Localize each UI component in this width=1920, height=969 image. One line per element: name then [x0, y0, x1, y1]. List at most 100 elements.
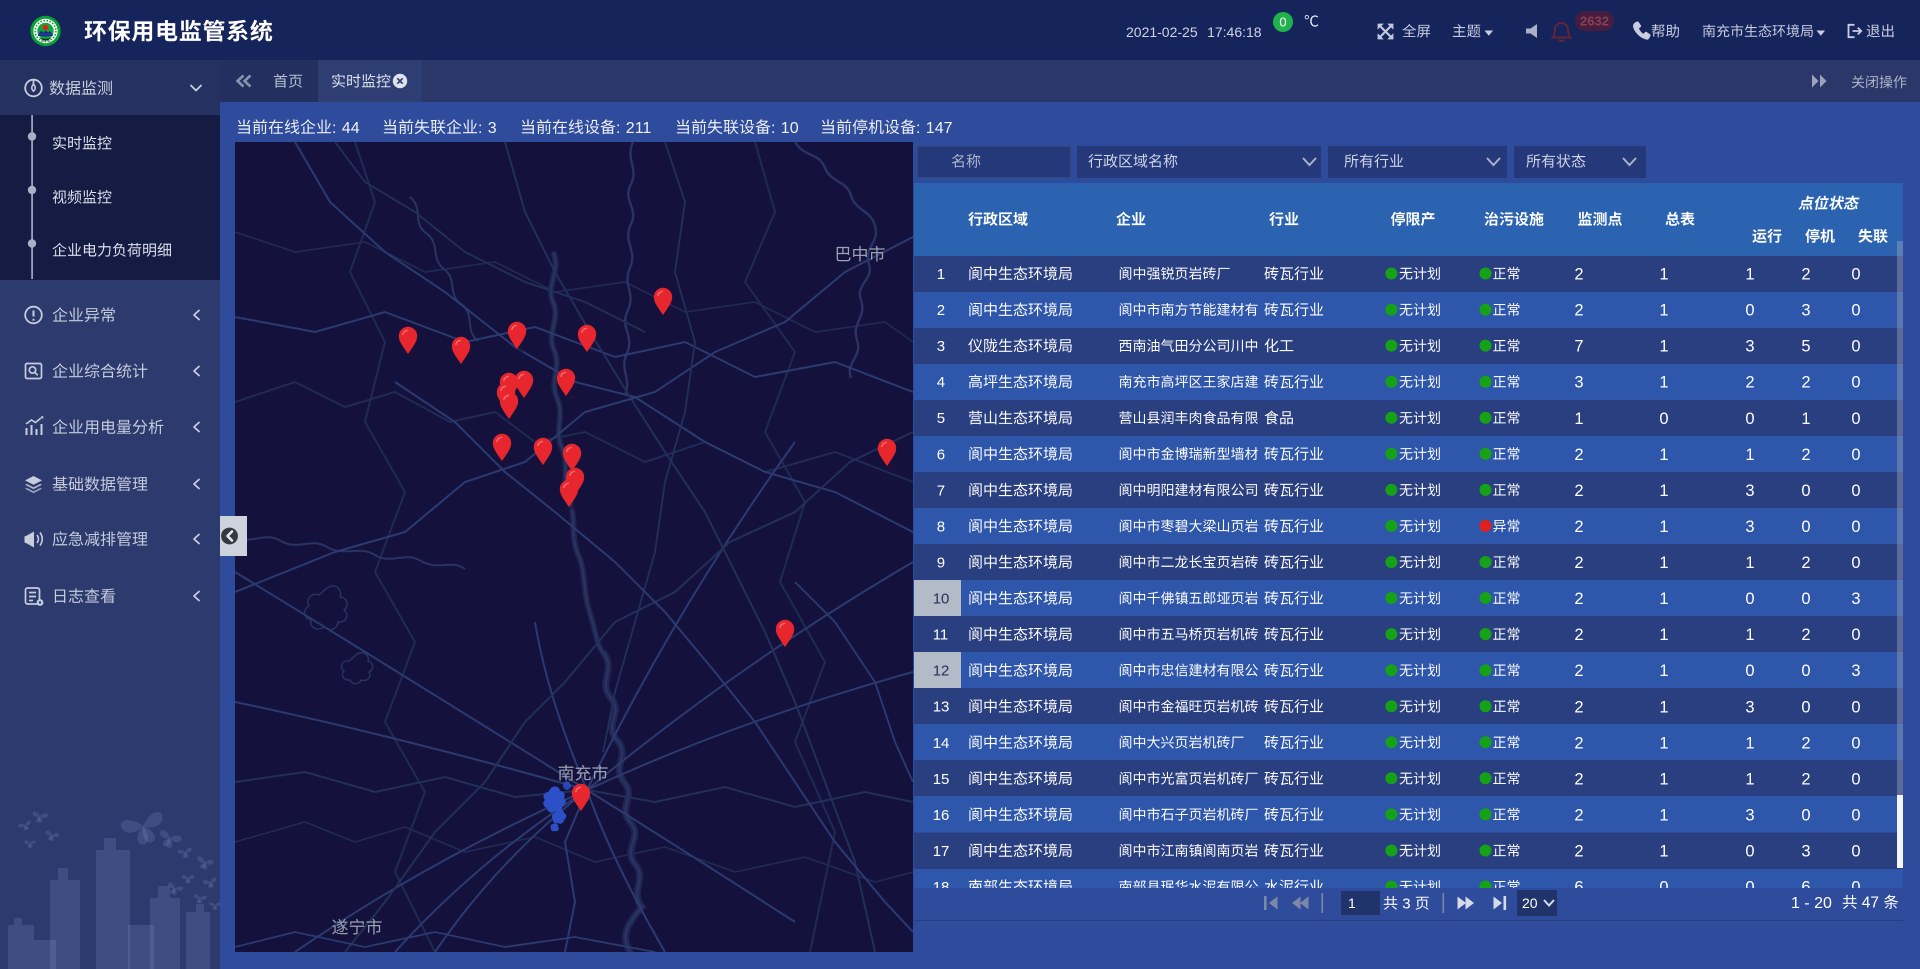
- svg-text:2: 2: [1801, 266, 1810, 284]
- svg-text:4: 4: [937, 374, 945, 391]
- svg-text:3: 3: [937, 338, 945, 355]
- svg-text:1: 1: [1659, 554, 1668, 572]
- svg-text:0: 0: [1851, 843, 1860, 861]
- svg-text:1: 1: [1745, 770, 1754, 788]
- svg-text:2: 2: [1801, 734, 1810, 752]
- svg-text:3: 3: [1851, 662, 1860, 680]
- svg-text:0: 0: [1659, 410, 1668, 428]
- svg-text:7: 7: [937, 482, 945, 499]
- svg-text:3: 3: [1745, 338, 1754, 356]
- svg-text:1: 1: [1659, 770, 1668, 788]
- svg-text::: :: [771, 120, 775, 137]
- svg-text::: :: [478, 120, 482, 137]
- svg-text:1: 1: [1745, 626, 1754, 644]
- svg-text::: :: [616, 120, 620, 137]
- svg-text:20: 20: [1522, 895, 1538, 911]
- svg-text:0: 0: [1851, 770, 1860, 788]
- svg-text:3: 3: [1574, 374, 1583, 392]
- svg-text:0: 0: [1745, 410, 1754, 428]
- svg-text:1: 1: [1659, 843, 1668, 861]
- svg-text:0: 0: [1851, 518, 1860, 536]
- svg-text:-: -: [1804, 895, 1809, 912]
- svg-text:2: 2: [1745, 374, 1754, 392]
- svg-text:0: 0: [1801, 518, 1810, 536]
- svg-text:1: 1: [1659, 338, 1668, 356]
- svg-text:2: 2: [1801, 770, 1810, 788]
- svg-text:1: 1: [1659, 302, 1668, 320]
- svg-text:1: 1: [1659, 734, 1668, 752]
- svg-text:44: 44: [342, 120, 360, 137]
- svg-text:1: 1: [1801, 410, 1810, 428]
- svg-text:2: 2: [1574, 446, 1583, 464]
- svg-text:1: 1: [1745, 266, 1754, 284]
- svg-text:2: 2: [1574, 662, 1583, 680]
- svg-text:6: 6: [1574, 879, 1583, 897]
- svg-text:9: 9: [937, 555, 945, 572]
- svg-text:2: 2: [1574, 807, 1583, 825]
- svg-text:10: 10: [933, 591, 950, 608]
- svg-text:0: 0: [1851, 302, 1860, 320]
- svg-text:2: 2: [1574, 482, 1583, 500]
- svg-text:2: 2: [1574, 302, 1583, 320]
- svg-text:20: 20: [1814, 895, 1832, 912]
- svg-text:2: 2: [1574, 698, 1583, 716]
- svg-text:5: 5: [937, 410, 945, 427]
- svg-text:1: 1: [1659, 446, 1668, 464]
- svg-text:1: 1: [1659, 807, 1668, 825]
- svg-text:3: 3: [1402, 896, 1410, 913]
- svg-text:3: 3: [1801, 843, 1810, 861]
- svg-text:0: 0: [1279, 15, 1286, 30]
- svg-text:0: 0: [1851, 734, 1860, 752]
- svg-text:1: 1: [1659, 374, 1668, 392]
- svg-text:2: 2: [1801, 626, 1810, 644]
- svg-text:5: 5: [1801, 338, 1810, 356]
- svg-text:1: 1: [1659, 626, 1668, 644]
- svg-text:6: 6: [937, 446, 945, 463]
- svg-text:18: 18: [933, 879, 950, 896]
- svg-text:1: 1: [1574, 410, 1583, 428]
- svg-text:3: 3: [1801, 302, 1810, 320]
- svg-text:2: 2: [1574, 843, 1583, 861]
- svg-text:13: 13: [933, 699, 950, 716]
- svg-text:3: 3: [488, 120, 497, 137]
- svg-text:11: 11: [933, 627, 949, 644]
- svg-text:0: 0: [1851, 807, 1860, 825]
- svg-text:2: 2: [1801, 554, 1810, 572]
- svg-text:15: 15: [933, 771, 950, 788]
- svg-text:211: 211: [626, 120, 652, 137]
- svg-text:1: 1: [1659, 518, 1668, 536]
- svg-text:1: 1: [1659, 482, 1668, 500]
- svg-text:0: 0: [1851, 446, 1860, 464]
- svg-text:0: 0: [1801, 698, 1810, 716]
- svg-text:0: 0: [1851, 266, 1860, 284]
- svg-text:8: 8: [937, 518, 945, 535]
- svg-text:1: 1: [1659, 698, 1668, 716]
- svg-text::: :: [916, 120, 920, 137]
- svg-text:1: 1: [937, 266, 945, 283]
- svg-text:0: 0: [1851, 626, 1860, 644]
- svg-text:2: 2: [1574, 770, 1583, 788]
- svg-text:3: 3: [1745, 807, 1754, 825]
- svg-text:0: 0: [1851, 410, 1860, 428]
- svg-text:0: 0: [1801, 482, 1810, 500]
- svg-text:2: 2: [937, 302, 945, 319]
- svg-text:2: 2: [1801, 374, 1810, 392]
- svg-text:2632: 2632: [1580, 14, 1609, 29]
- svg-text:2021-02-25: 2021-02-25: [1126, 24, 1198, 40]
- svg-text:1: 1: [1659, 266, 1668, 284]
- svg-text:147: 147: [926, 120, 953, 137]
- svg-text:3: 3: [1851, 590, 1860, 608]
- svg-text:3: 3: [1745, 482, 1754, 500]
- svg-text:1: 1: [1659, 590, 1668, 608]
- svg-text:0: 0: [1851, 554, 1860, 572]
- svg-text:47: 47: [1862, 895, 1879, 912]
- svg-text:17: 17: [933, 843, 950, 860]
- svg-text:2: 2: [1574, 554, 1583, 572]
- svg-text:2: 2: [1574, 590, 1583, 608]
- svg-text:17:46:18: 17:46:18: [1207, 24, 1262, 40]
- svg-text:1: 1: [1745, 446, 1754, 464]
- svg-text:0: 0: [1745, 590, 1754, 608]
- svg-text:12: 12: [933, 663, 950, 680]
- svg-text:0: 0: [1851, 698, 1860, 716]
- svg-text:2: 2: [1574, 734, 1583, 752]
